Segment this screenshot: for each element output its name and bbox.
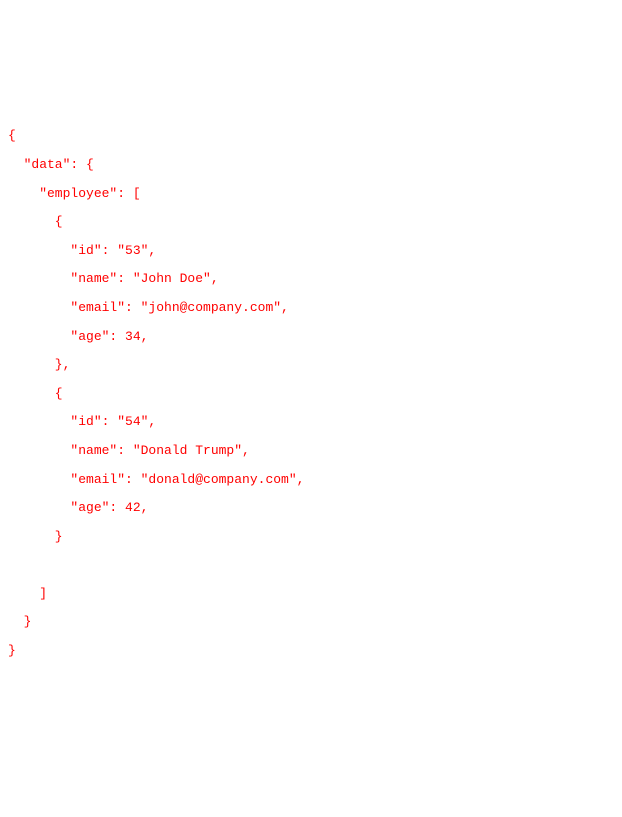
json-code-block: { "data": { "employee": [ { "id": "53", … — [8, 122, 622, 665]
